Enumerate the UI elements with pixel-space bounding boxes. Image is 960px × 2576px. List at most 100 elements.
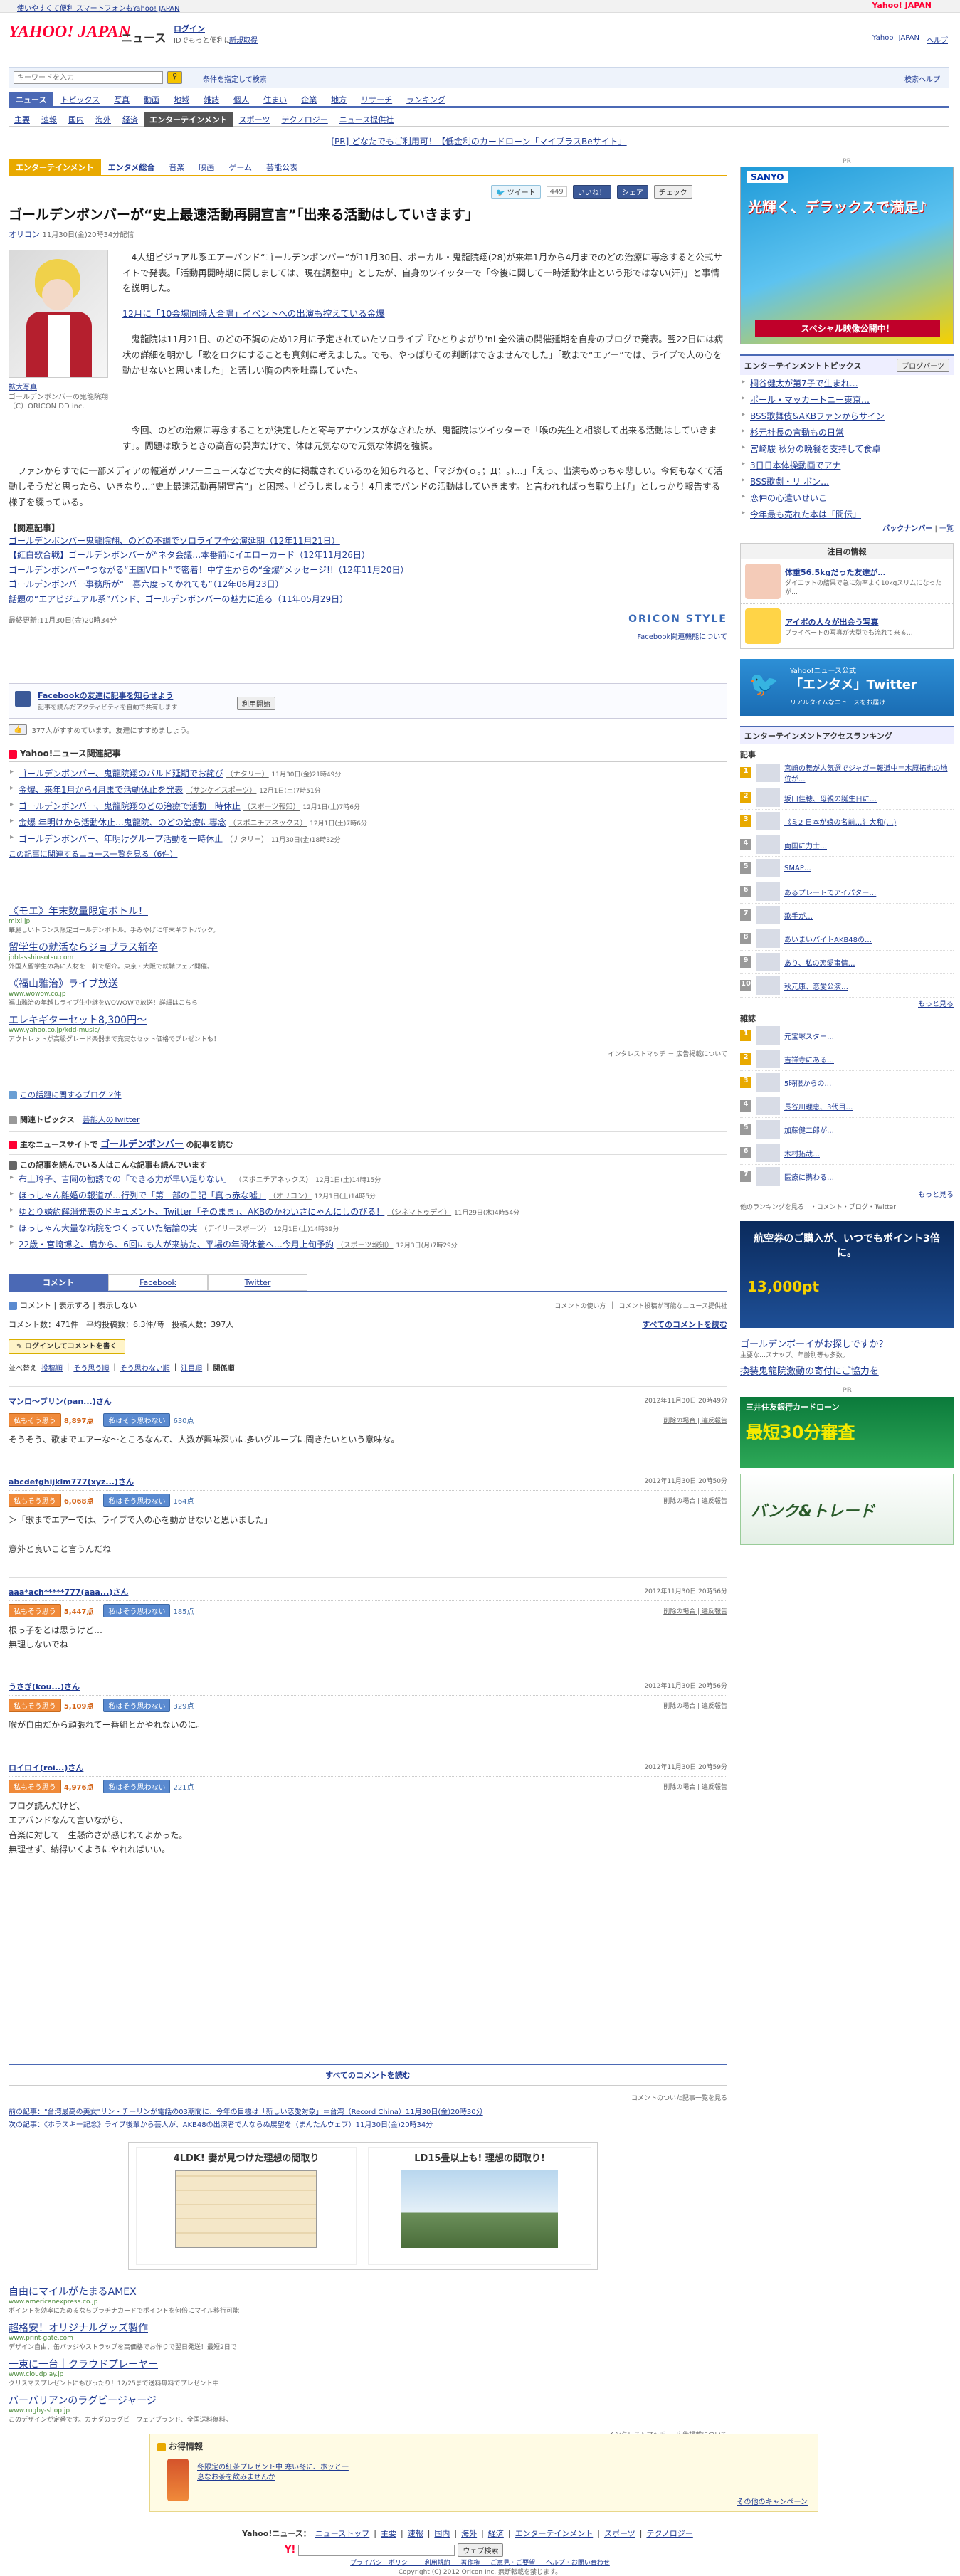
ranking-title[interactable]: 長谷川理恵、3代目… — [784, 1101, 853, 1112]
disagree-button[interactable]: 私はそう思わない — [103, 1699, 171, 1713]
ad-link[interactable]: エレキギターセット8,300円〜 — [9, 1013, 727, 1027]
login-to-comment-button[interactable]: ✎ ログインしてコメントを書く — [9, 1339, 125, 1354]
floorplan-ad[interactable]: 4LDK! 妻が見つけた理想の間取り — [136, 2147, 357, 2265]
login-link[interactable]: ログイン — [174, 23, 205, 34]
comment-user[interactable]: ロイロイ(roi...)さん — [9, 1762, 83, 1773]
cat-tab-music[interactable]: 音楽 — [162, 159, 191, 175]
ranking-item[interactable]: 4 長谷川理恵、3代目… — [740, 1094, 954, 1118]
yahoo-related-item[interactable]: ゴールデンボンバー、鬼龍院翔のバルド延期でお詫び （ナタリー） 11月30日(金… — [9, 765, 727, 781]
ad-link[interactable]: 留学生の就活ならジョブラス新卒 — [9, 940, 727, 954]
smartphone-promo-link[interactable]: 使いやすくて便利 スマートフォンもYahoo! JAPAN — [17, 2, 180, 13]
related-topic-link[interactable]: 芸能人のTwitter — [83, 1115, 140, 1124]
also-read-item[interactable]: 22歳・宮崎博之、肩から、6回にも人が来訪た、平場の年間休養へ…今月上旬予約 （… — [9, 1236, 727, 1252]
ranking-item[interactable]: 7 医療に携わる… — [740, 1165, 954, 1188]
ent-topic-item[interactable]: 3日日本体操動画でアナ — [740, 457, 954, 473]
related-link-2[interactable]: 【紅白歌合戦】ゴールデンボンバーが“ネタ会議…本番前にイエローカード（12年11… — [9, 548, 727, 562]
tab-region[interactable]: 地域 — [167, 92, 196, 107]
tab-facebook[interactable]: Facebook — [108, 1274, 208, 1291]
ent-topic-item[interactable]: 杉元社長の言動もの日常 — [740, 424, 954, 440]
fb-recommend-button[interactable]: 👍 — [9, 724, 28, 735]
ad-link[interactable]: 《福山雅治》ライブ放送 — [9, 976, 727, 991]
pr-banner[interactable]: [PR] どなたでもご利用可！【低金利のカードローン「マイプラスBeサイト」 — [9, 135, 949, 149]
subnav-providers[interactable]: ニュース提供社 — [334, 112, 399, 127]
ranking-item[interactable]: 10 秋元康、恋愛公演… — [740, 974, 954, 998]
related-link-5[interactable]: 話題の“エアビジュアル系”バンド、ゴールデンボンバーの魅力に迫る（11年05月2… — [9, 592, 727, 606]
advanced-search-link[interactable]: 条件を指定して検索 — [203, 73, 267, 84]
bank-trade-ad-banner[interactable]: バンク&トレード — [740, 1474, 954, 1545]
yahoo-japan-mini-logo[interactable]: Yahoo! JAPAN — [872, 1, 932, 10]
tab-individual[interactable]: 個人 — [226, 92, 256, 107]
ent-topic-item[interactable]: 恋仲の心遣いせいこ — [740, 490, 954, 506]
help-link[interactable]: ヘルプ — [927, 34, 948, 45]
subnav-economy[interactable]: 経済 — [117, 112, 144, 127]
related-link-1[interactable]: ゴールデンボンバー鬼龍院翔、のどの不調でソロライブ全公演延期（12年11月21日… — [9, 534, 727, 548]
ranking-news-more[interactable]: もっと見る — [918, 1001, 954, 1008]
ranking-mag-more[interactable]: もっと見る — [918, 1191, 954, 1199]
footer-link[interactable]: 国内 — [434, 2528, 450, 2539]
fb-box-title[interactable]: Facebookの友達に記事を知らせよう — [38, 690, 173, 701]
ranking-item[interactable]: 1 元宝塚スター… — [740, 1024, 954, 1047]
agree-button[interactable]: 私もそう思う — [9, 1494, 61, 1508]
agree-button[interactable]: 私もそう思う — [9, 1699, 61, 1713]
yahoo-related-item[interactable]: ゴールデンボンバー、鬼龍院翔のどの治療で活動一時休止 （スポーツ報知） 12月1… — [9, 798, 727, 814]
subnav-main[interactable]: 主要 — [9, 112, 36, 127]
sort-featured[interactable]: 注目順 — [181, 1362, 202, 1373]
ranking-title[interactable]: 加藤健二郎が… — [784, 1124, 834, 1135]
comment-user[interactable]: マンロ〜ブリン(pan...)さん — [9, 1395, 112, 1407]
fb-start-button[interactable]: 利用開始 — [237, 697, 275, 710]
subnav-world[interactable]: 海外 — [90, 112, 117, 127]
footer-link[interactable]: テクノロジー — [646, 2528, 692, 2539]
agree-button[interactable]: 私もそう思う — [9, 1779, 61, 1793]
ranking-item[interactable]: 3 《ミ2 日本が娘の名前…》大和(…) — [740, 810, 954, 833]
ranking-title[interactable]: 元宝塚スター… — [784, 1030, 834, 1041]
also-read-item[interactable]: ゆとり婚約解消発表のドキュメント、Twitter「そのまま」、AKBのかわいさに… — [9, 1203, 727, 1220]
yahoo-logo[interactable]: YAHOO! JAPAN — [9, 23, 131, 42]
highlight-link[interactable]: 12月に「10会場同時大合唱」イベントへの出演も控えている金爆 — [122, 306, 727, 322]
sort-relevance[interactable]: 関係順 — [213, 1362, 235, 1373]
read-all-comments[interactable]: すべてのコメントを読む — [642, 1319, 727, 1330]
ranking-title[interactable]: 《ミ2 日本が娘の名前…》大和(…) — [784, 816, 896, 827]
footer-link[interactable]: スポーツ — [604, 2528, 635, 2539]
footer-legal-links[interactable]: プライバシーポリシー － 利用規約 － 著作権 － ご意見・ご要望 － ヘルプ・… — [0, 2557, 960, 2567]
search-button[interactable]: ⚲ — [167, 71, 183, 84]
other-rankings[interactable]: 他のランキングを見る ・コメント・ブログ・Twitter — [740, 1202, 954, 1211]
comment-user[interactable]: aaa*ach*****777(aaa...)さん — [9, 1586, 128, 1598]
ent-topic-item[interactable]: ポール・マッカートニー東京… — [740, 391, 954, 408]
disagree-button[interactable]: 私はそう思わない — [103, 1603, 171, 1617]
cat-tab-celebrity[interactable]: 芸能公表 — [259, 159, 305, 175]
amex-ad-banner[interactable]: 航空券のご購入が、いつでもポイント3倍に。 13,000pt — [740, 1221, 954, 1328]
all-comments-link[interactable]: すべてのコメントを読む — [325, 2071, 411, 2080]
also-read-item[interactable]: ほっしゃん大量な病院をつくっていた結論の実 （デイリースポーツ） 12月1日(土… — [9, 1220, 727, 1236]
subnav-sports[interactable]: スポーツ — [233, 112, 276, 127]
footer-search-button[interactable]: ウェブ検索 — [458, 2543, 504, 2557]
disagree-button[interactable]: 私はそう思わない — [103, 1779, 171, 1793]
register-link[interactable]: 新規取得 — [229, 34, 258, 45]
comment-list-link[interactable]: コメントのついた記事一覧を見る — [9, 2092, 727, 2102]
tab-research[interactable]: リサーチ — [354, 92, 399, 107]
tab-video[interactable]: 動画 — [137, 92, 167, 107]
comment-user[interactable]: abcdefghijklm777(xyz...)さん — [9, 1476, 134, 1487]
footer-link[interactable]: ニューストップ — [315, 2528, 369, 2539]
also-read-item[interactable]: ほっしゃん離婚の報道が…行列で「第一部の日記「真っ赤な嘘」 （オリコン） 12月… — [9, 1187, 727, 1203]
article-source[interactable]: オリコン — [9, 230, 40, 239]
section-title[interactable]: ニュース — [121, 28, 166, 46]
report-link[interactable]: 削除の場合 | 違反報告 — [663, 1415, 727, 1425]
ranking-title[interactable]: 宮崎の舞が人気選でジャガー報道中＝木原拓也の地位が... — [784, 762, 954, 783]
mixi-check-button[interactable]: チェック — [653, 185, 692, 199]
related-link-4[interactable]: ゴールデンボンバー事務所が“一喜六度ってかれても”（12年06月23日） — [9, 577, 727, 591]
sort-agree[interactable]: そう思う順 — [73, 1362, 109, 1373]
tab-housing[interactable]: 住まい — [256, 92, 294, 107]
search-help-link[interactable]: 検索ヘルプ — [904, 73, 940, 84]
tab-ranking[interactable]: ランキング — [399, 92, 453, 107]
ranking-item[interactable]: 5 SMAP… — [740, 857, 954, 880]
ad-link[interactable]: 自由にマイルがたまるAMEX — [9, 2284, 727, 2298]
ranking-title[interactable]: 秋元康、恋愛公演… — [784, 981, 848, 991]
attention-item-1[interactable]: 体重56.5kgだった友達が… ダイエットの結果で急に効率よく10kgスリムになっ… — [741, 559, 953, 603]
subnav-tech[interactable]: テクノロジー — [275, 112, 333, 127]
tab-local[interactable]: 地方 — [324, 92, 354, 107]
disagree-button[interactable]: 私はそう思わない — [103, 1494, 171, 1508]
subnav-flash[interactable]: 速報 — [36, 112, 63, 127]
building-ad[interactable]: LD15畳以上も! 理想の間取り! — [368, 2147, 591, 2265]
fb-share-button[interactable]: シェア — [616, 185, 648, 199]
ranking-title[interactable]: 歌手が… — [784, 910, 813, 921]
